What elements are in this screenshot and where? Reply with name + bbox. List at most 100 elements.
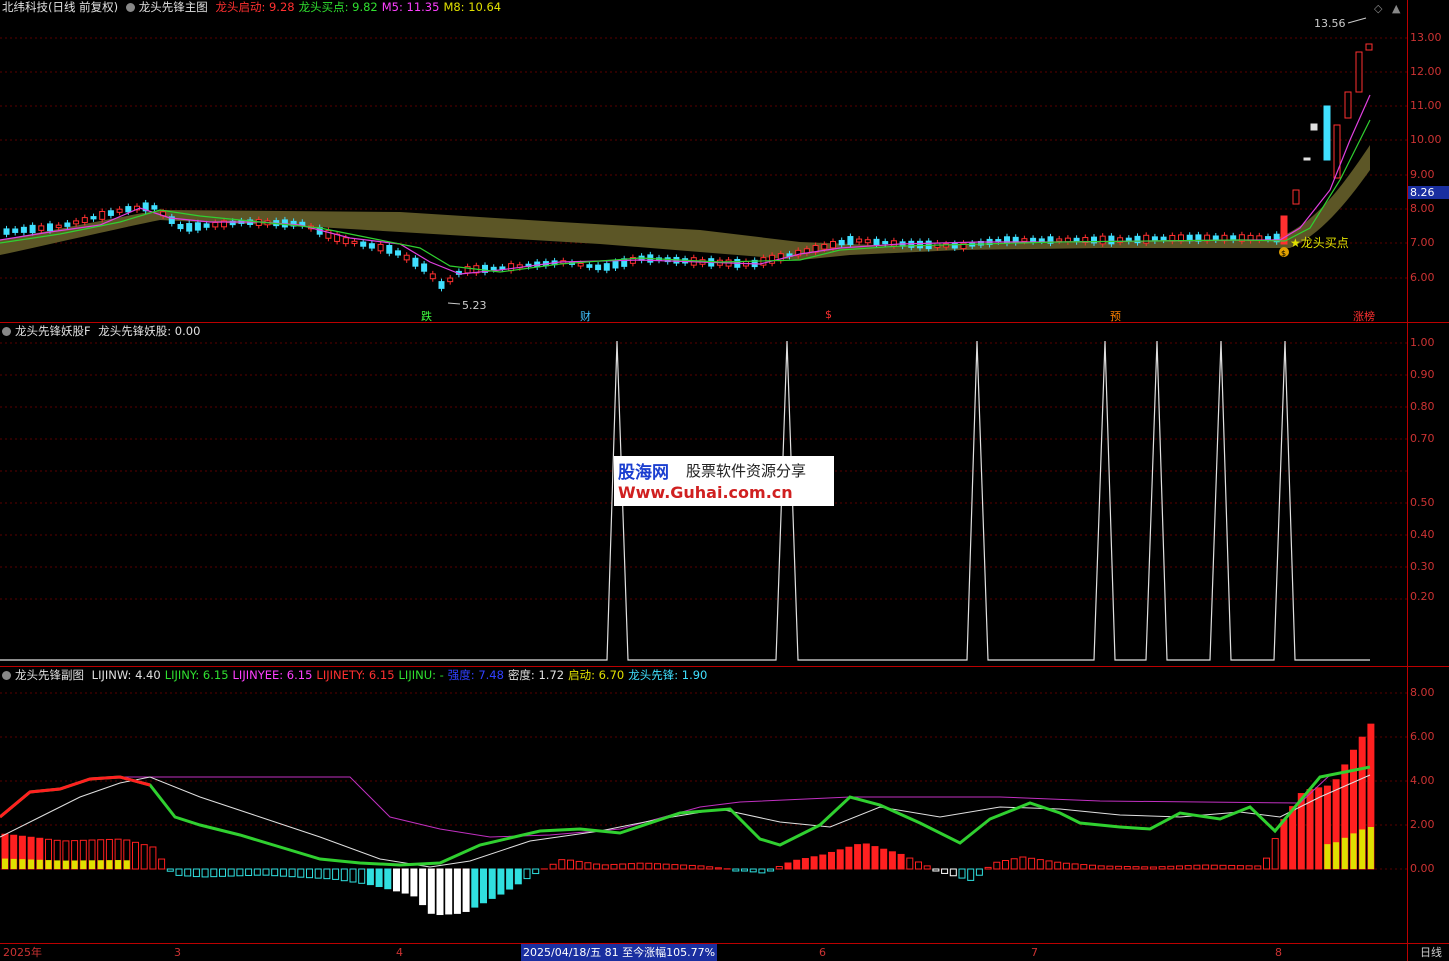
- yellow-bar: [45, 860, 52, 869]
- histogram-bar: [410, 868, 418, 897]
- histogram-bar: [453, 868, 461, 914]
- histogram-bar: [662, 863, 670, 870]
- yellow-bar: [97, 860, 104, 869]
- histogram-bar: [645, 862, 653, 870]
- candle: [490, 266, 497, 271]
- candle: [47, 223, 53, 232]
- candle: [177, 223, 184, 230]
- yellow-bar: [54, 860, 61, 869]
- main-price-chart[interactable]: 13.56 5.23 $ ★龙头买点: [0, 0, 1407, 322]
- histogram-bar: [497, 868, 505, 895]
- period-label[interactable]: 日线: [1420, 944, 1442, 961]
- price-axis-label: 12.00: [1410, 65, 1442, 78]
- sub1-axis-label: 0.30: [1410, 560, 1435, 573]
- histogram-bar: [184, 868, 192, 877]
- candle: [882, 241, 889, 245]
- histogram-bar: [245, 868, 253, 876]
- histogram-bar: [1271, 838, 1279, 870]
- candle: [403, 254, 410, 261]
- histogram-bar: [323, 868, 331, 880]
- candle: [29, 224, 36, 234]
- yellow-bar: [80, 860, 87, 869]
- histogram-bar: [549, 863, 557, 870]
- histogram-bar: [132, 841, 139, 870]
- histogram-bar: [627, 863, 635, 870]
- sub1-axis-label: 0.90: [1410, 368, 1435, 381]
- yellow-bar: [62, 860, 69, 869]
- candle: [125, 206, 132, 213]
- histogram-bar: [288, 868, 296, 878]
- histogram-bar: [149, 846, 157, 870]
- sub2-axis-label: 6.00: [1410, 730, 1435, 743]
- histogram-bar: [915, 861, 922, 870]
- histogram-bar: [714, 867, 722, 870]
- lijinety-line: [0, 775, 151, 819]
- money-bag-icon-glyph: $: [1281, 249, 1286, 258]
- histogram-bar: [1106, 865, 1114, 870]
- candle: [64, 222, 71, 227]
- candle: [1073, 237, 1080, 243]
- sub2-axis-label: 0.00: [1410, 862, 1435, 875]
- histogram-bar: [984, 866, 992, 870]
- histogram-bar: [340, 868, 348, 882]
- histogram-bar: [523, 868, 531, 880]
- candle: [1344, 91, 1352, 119]
- histogram-bar: [166, 868, 174, 872]
- histogram-bar: [1228, 864, 1236, 870]
- histogram-bar: [993, 861, 1001, 870]
- histogram-bar: [558, 859, 566, 870]
- histogram-bar: [306, 868, 313, 879]
- histogram-bar: [793, 859, 801, 870]
- histogram-bar: [584, 862, 592, 870]
- candle: [395, 250, 401, 256]
- candle: [838, 239, 845, 246]
- yellow-bar: [1359, 829, 1366, 869]
- histogram-bar: [349, 868, 357, 883]
- yellow-bar: [1350, 833, 1357, 869]
- candle: [603, 263, 610, 271]
- histogram-bar: [967, 868, 975, 881]
- candle: [1310, 123, 1318, 131]
- histogram-bar: [767, 868, 775, 872]
- histogram-bar: [506, 868, 514, 890]
- histogram-bar: [401, 868, 409, 894]
- candle: [99, 211, 106, 220]
- candle: [351, 240, 358, 244]
- histogram-bar: [941, 868, 949, 874]
- candle: [20, 226, 27, 233]
- watermark-logo: 股海网: [618, 463, 669, 483]
- histogram-bar: [253, 868, 261, 876]
- histogram-bar: [975, 868, 983, 876]
- price-axis-label: 11.00: [1410, 99, 1442, 112]
- current-price-tag: 8.26: [1408, 186, 1449, 199]
- price-axis-label: 10.00: [1410, 133, 1442, 146]
- histogram-bar: [210, 868, 218, 878]
- watermark: 股海网 股票软件资源分享 Www.Guhai.com.cn: [614, 456, 834, 506]
- histogram-bar: [1193, 864, 1201, 870]
- yellow-bar: [71, 860, 78, 869]
- marker-dollar[interactable]: $: [824, 308, 833, 321]
- yellow-bar: [2, 858, 8, 869]
- histogram-bar: [706, 866, 714, 870]
- candle: [1292, 189, 1300, 205]
- candle: [856, 238, 863, 243]
- histogram-bar: [1158, 866, 1166, 870]
- candle: [107, 210, 114, 216]
- histogram-bar: [445, 868, 453, 915]
- candle: [12, 228, 19, 233]
- low-price-label: 5.23: [462, 299, 487, 312]
- candle: [595, 264, 602, 271]
- date-month-3: 3: [174, 946, 181, 959]
- sub1-axis-label: 0.80: [1410, 400, 1435, 413]
- candle: [203, 223, 210, 228]
- candle: [1038, 238, 1045, 242]
- histogram-bar: [1176, 865, 1183, 870]
- histogram-bar: [1071, 863, 1079, 870]
- candle: [90, 216, 97, 220]
- candle: [1303, 157, 1311, 161]
- sub2-chart[interactable]: [0, 667, 1407, 944]
- candle: [438, 281, 445, 289]
- histogram-bar: [1141, 866, 1149, 870]
- candle: [1323, 105, 1331, 161]
- histogram-bar: [1080, 864, 1088, 870]
